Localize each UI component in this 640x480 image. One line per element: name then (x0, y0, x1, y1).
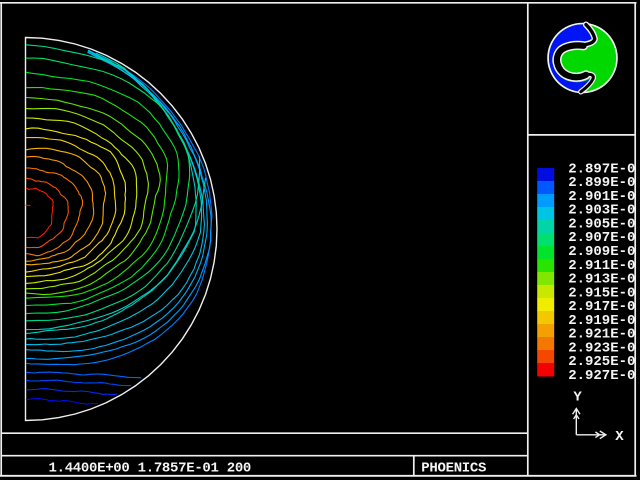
svg-text:PHOENICS: PHOENICS (421, 461, 486, 477)
svg-text:1.4400E+00 1.7857E-01 200: 1.4400E+00 1.7857E-01 200 (49, 461, 252, 477)
svg-text:2.927E-0: 2.927E-0 (568, 368, 635, 384)
svg-text:Y: Y (573, 389, 582, 405)
svg-text:X: X (615, 429, 624, 445)
